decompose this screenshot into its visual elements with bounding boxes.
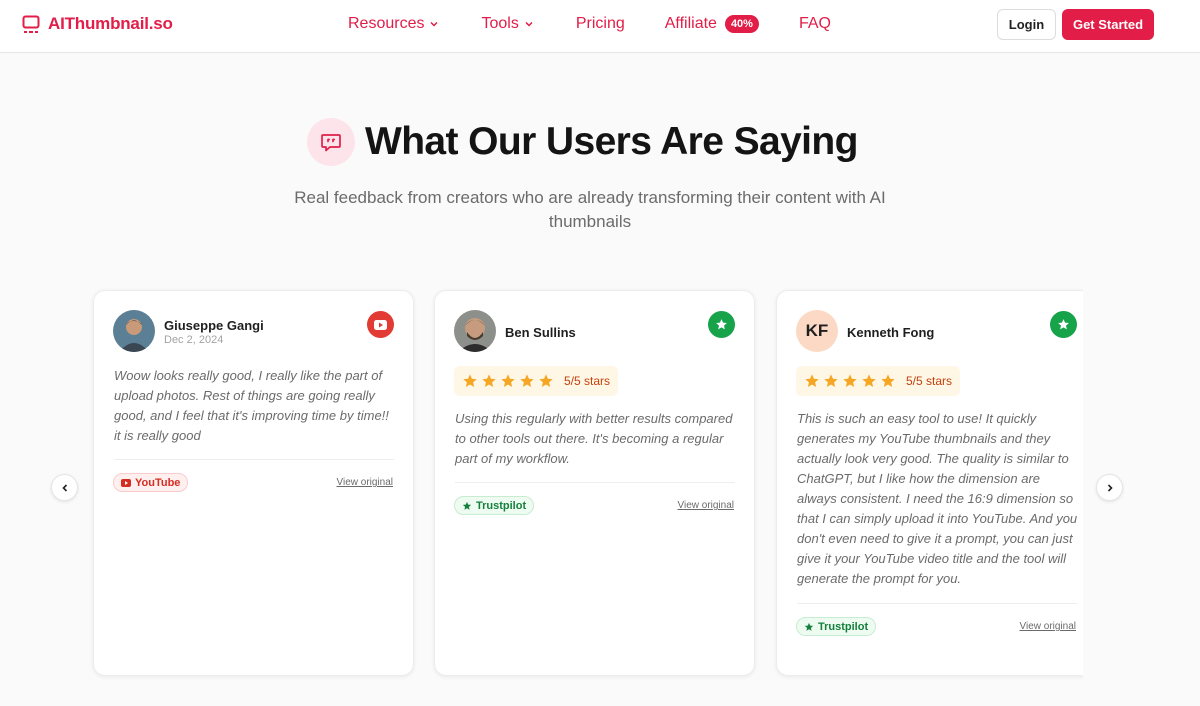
nav-faq-label: FAQ [798,15,831,32]
trustpilot-star-icon [804,622,814,631]
youtube-icon [367,311,394,338]
nav-resources[interactable]: Resources [348,15,439,33]
rating-text: 5/5 stars [564,374,611,388]
source-badge-trustpilot[interactable]: Trustpilot [454,496,535,515]
avatar [454,310,496,352]
nav-pricing-label: Pricing [575,15,625,32]
reviewer-name: Kenneth Fong [847,325,935,340]
review-text: Using this regularly with better results… [455,411,733,466]
testimonial-card: KF Kenneth Fong 5/5 stars This is such a… [776,290,1083,676]
nav-links: Resources Tools Pricing Affiliate 40% FA… [348,15,831,33]
star-icon [463,374,477,387]
testimonial-card: Giuseppe Gangi Dec 2, 2024 Woow looks re… [93,290,414,676]
source-badge-youtube[interactable]: YouTube [113,473,189,492]
source-badge-trustpilot[interactable]: Trustpilot [796,617,877,636]
nav-affiliate[interactable]: Affiliate 40% [665,15,759,33]
carousel-prev-button[interactable] [51,474,78,501]
review-text: Woow looks really good, I really like th… [114,368,389,443]
divider [797,603,1077,604]
source-label: Trustpilot [818,620,869,633]
avatar [113,310,155,352]
star-icon [824,374,838,387]
nav-tools[interactable]: Tools [481,15,533,33]
star-icon [843,374,857,387]
star-icon [520,374,534,387]
view-original-link[interactable]: View original [1019,621,1076,632]
trustpilot-star-icon [462,501,472,510]
star-icon [482,374,496,387]
nav-affiliate-label: Affiliate [664,15,717,32]
youtube-icon [121,478,131,487]
testimonial-carousel: Giuseppe Gangi Dec 2, 2024 Woow looks re… [0,280,1083,690]
trustpilot-star-icon [1050,311,1077,338]
nav-tools-label: Tools [481,15,519,32]
login-button[interactable]: Login [997,9,1056,40]
star-icon [862,374,876,387]
nav-faq[interactable]: FAQ [799,15,831,33]
affiliate-badge: 40% [724,15,759,33]
star-icon [881,374,895,387]
star-icon [539,374,553,387]
rating-text: 5/5 stars [906,374,953,388]
rating-stars: 5/5 stars [454,366,619,396]
divider [114,459,394,460]
section-subtitle: Real feedback from creators who are alre… [294,188,886,231]
chevron-right-icon [1107,483,1113,492]
avatar-initials: KF [796,310,838,352]
monitor-icon [22,15,40,33]
section-title: What Our Users Are Saying [365,120,858,163]
chevron-left-icon [61,483,67,492]
source-label: YouTube [135,476,181,489]
rating-stars: 5/5 stars [796,366,961,396]
star-icon [805,374,819,387]
logo[interactable]: AIThumbnail.so [22,14,173,34]
nav-resources-label: Resources [348,15,425,32]
reviewer-name: Ben Sullins [505,325,576,340]
star-icon [501,374,515,387]
get-started-button[interactable]: Get Started [1062,9,1154,40]
review-date: Dec 2, 2024 [164,334,224,346]
source-label: Trustpilot [476,499,527,512]
reviewer-name: Giuseppe Gangi [164,318,264,333]
chat-quote-icon [307,118,355,166]
nav-pricing[interactable]: Pricing [576,15,625,33]
review-text: This is such an easy tool to use! It qui… [797,411,1078,586]
carousel-next-button[interactable] [1096,474,1123,501]
top-nav: AIThumbnail.so Resources Tools Pricing A… [0,0,1200,53]
chevron-down-icon [525,21,533,27]
logo-text: AIThumbnail.so [48,14,173,33]
trustpilot-star-icon [708,311,735,338]
divider [455,482,735,483]
view-original-link[interactable]: View original [677,500,734,511]
chevron-down-icon [430,21,439,27]
view-original-link[interactable]: View original [336,477,393,488]
testimonial-card: Ben Sullins 5/5 stars Using this regular… [434,290,755,676]
